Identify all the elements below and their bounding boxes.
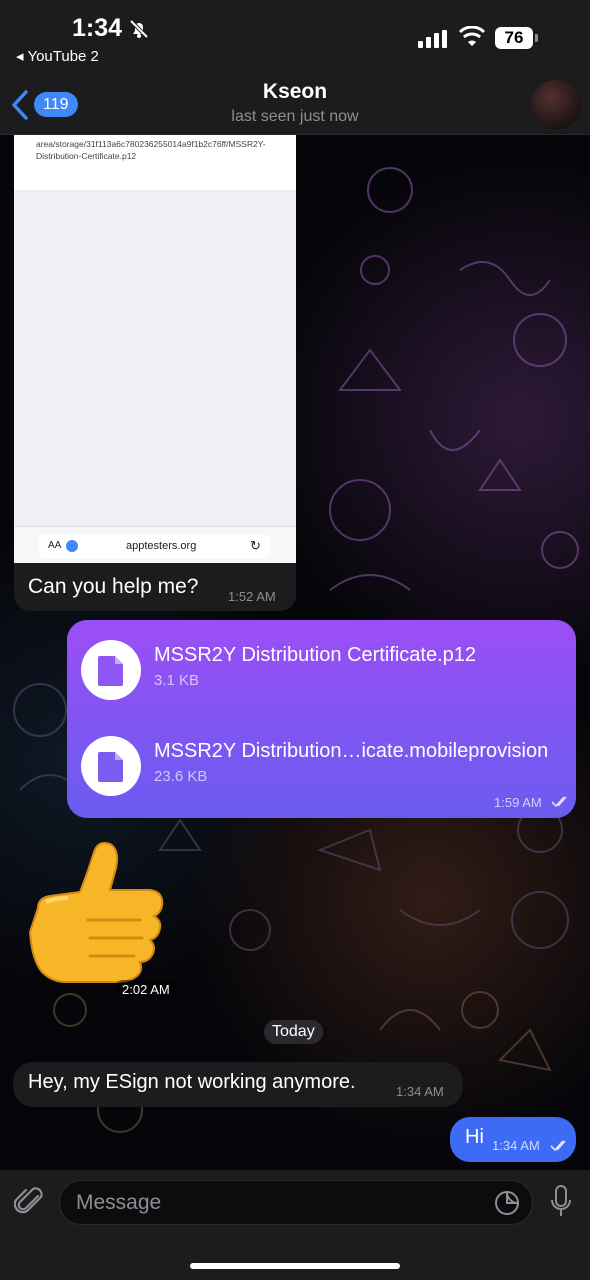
bell-slash-icon — [129, 19, 149, 39]
file-name: MSSR2Y Distribution Certificate.p12 — [154, 644, 476, 666]
message-time: 1:52 AM — [228, 589, 276, 604]
file-attachment[interactable]: MSSR2Y Distribution Certificate.p12 3.1 … — [81, 640, 566, 704]
sticker-icon[interactable] — [493, 1189, 521, 1217]
message-placeholder: Message — [76, 1191, 162, 1214]
screenshot-page-top: area/storage/31f113a6c780236255014a9f1b2… — [14, 135, 296, 190]
screenshot-address-bar: AA apptesters.org ↻ — [14, 526, 296, 563]
message-time: 2:02 AM — [114, 980, 178, 999]
message-time: 1:34 AM — [492, 1138, 540, 1153]
status-bar: 1:34 ◂ YouTube 2 76 — [0, 0, 590, 72]
microphone-icon[interactable] — [549, 1184, 573, 1220]
screenshot-domain: apptesters.org — [126, 540, 197, 552]
message-text: Can you help me? — [28, 575, 199, 598]
file-size: 23.6 KB — [154, 768, 208, 785]
chat-subtitle: last seen just now — [231, 108, 359, 125]
unread-count-badge: 119 — [34, 92, 78, 117]
screenshot-image[interactable]: area/storage/31f113a6c780236255014a9f1b2… — [14, 135, 296, 563]
file-attachment[interactable]: MSSR2Y Distribution…icate.mobileprovisio… — [81, 736, 566, 800]
status-time: 1:34 — [72, 14, 123, 42]
wifi-icon — [458, 26, 486, 46]
message-input[interactable]: Message — [59, 1180, 533, 1225]
double-check-icon — [551, 796, 567, 808]
back-to-app-link[interactable]: ◂ YouTube 2 — [16, 47, 99, 65]
message-text: Hey, my ESign not working anymore. — [28, 1071, 356, 1093]
file-icon — [81, 736, 141, 796]
date-divider: Today — [264, 1020, 323, 1044]
thumbs-up-sticker[interactable] — [28, 838, 176, 986]
message-time: 1:59 AM — [494, 795, 542, 810]
screenshot-url-field: AA apptesters.org ↻ — [38, 534, 271, 559]
paperclip-icon[interactable] — [14, 1184, 46, 1218]
screenshot-url-text: area/storage/31f113a6c780236255014a9f1b2… — [36, 139, 266, 161]
battery-indicator: 76 — [495, 27, 533, 49]
message-text: Hi — [465, 1126, 484, 1148]
file-icon — [81, 640, 141, 700]
home-indicator[interactable] — [190, 1263, 400, 1269]
outgoing-files-message[interactable]: MSSR2Y Distribution Certificate.p12 3.1 … — [67, 620, 576, 818]
incoming-message-caption[interactable]: Can you help me? 1:52 AM — [14, 563, 296, 611]
battery-tip — [535, 34, 538, 42]
screenshot-aa: AA — [48, 540, 62, 551]
reload-icon: ↻ — [250, 538, 261, 553]
avatar[interactable] — [531, 80, 581, 130]
file-size: 3.1 KB — [154, 672, 200, 689]
back-app-label: YouTube 2 — [27, 48, 99, 65]
outgoing-message[interactable]: Hi 1:34 AM — [450, 1117, 576, 1162]
file-name: MSSR2Y Distribution…icate.mobileprovisio… — [154, 740, 549, 762]
incoming-message[interactable]: Hey, my ESign not working anymore. 1:34 … — [13, 1062, 463, 1107]
back-button[interactable]: 119 — [8, 86, 88, 122]
chat-header: Kseon last seen just now 119 — [0, 72, 590, 135]
message-input-bar: Message — [0, 1170, 590, 1280]
double-check-icon — [550, 1140, 566, 1152]
back-chevron-icon — [12, 90, 28, 120]
download-icon — [66, 540, 78, 552]
signal-icon — [418, 30, 447, 48]
message-time: 1:34 AM — [396, 1084, 444, 1099]
chat-title[interactable]: Kseon — [0, 80, 590, 104]
